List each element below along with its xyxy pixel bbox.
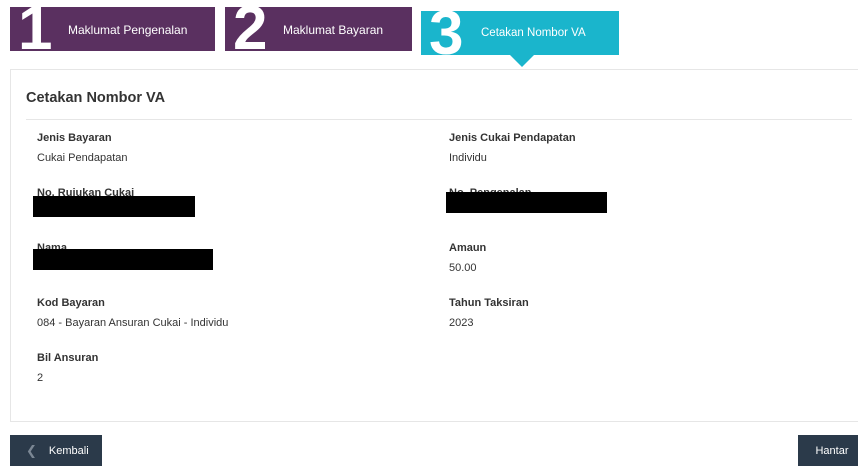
field-value: 2023 [449,317,474,329]
submit-button[interactable]: Hantar [798,435,858,466]
va-print-panel: Cetakan Nombor VA Jenis Bayaran Cukai Pe… [10,69,858,422]
back-button-label: Kembali [48,444,89,457]
field-label: Kod Bayaran [37,297,105,309]
field-label: Tahun Taksiran [449,297,529,309]
field-label: Amaun [449,242,487,254]
chevron-left-icon: ❮ [26,442,37,458]
step-1-maklumat-pengenalan[interactable]: 1 Maklumat Pengenalan [10,0,215,63]
step-2-maklumat-bayaran[interactable]: 2 Maklumat Bayaran [225,0,412,63]
redaction-box [33,196,195,217]
field-label: Jenis Cukai Pendapatan [449,132,576,144]
field-amaun: Amaun 50.00 [449,242,486,274]
step-3-cetakan-nombor-va[interactable]: 3 Cetakan Nombor VA [421,0,619,68]
back-button[interactable]: ❮ Kembali [10,435,102,466]
field-jenis-bayaran: Jenis Bayaran Cukai Pendapatan [37,132,128,164]
step-number: 2 [233,0,268,63]
step-label: Cetakan Nombor VA [481,27,586,39]
step-label: Maklumat Pengenalan [68,23,188,37]
field-tahun-taksiran: Tahun Taksiran 2023 [449,297,529,329]
step-number: 1 [18,0,53,63]
active-step-arrow [510,55,534,67]
field-value: 084 - Bayaran Ansuran Cukai - Individu [37,317,229,329]
field-label: Bil Ansuran [37,352,99,364]
field-value: Cukai Pendapatan [37,152,128,164]
panel-title: Cetakan Nombor VA [26,90,166,106]
field-jenis-cukai-pendapatan: Jenis Cukai Pendapatan Individu [449,132,576,164]
field-value: Individu [449,152,487,164]
redaction-box [446,192,607,213]
submit-button-label: Hantar [815,444,849,457]
redaction-box [33,249,213,270]
divider [26,119,852,120]
field-kod-bayaran: Kod Bayaran 084 - Bayaran Ansuran Cukai … [37,297,228,329]
field-label: Jenis Bayaran [37,132,112,144]
field-bil-ansuran: Bil Ansuran 2 [37,352,98,384]
step-number: 3 [429,0,464,68]
field-value: 2 [37,372,44,384]
field-value: 50.00 [449,262,477,274]
step-label: Maklumat Bayaran [283,23,384,37]
